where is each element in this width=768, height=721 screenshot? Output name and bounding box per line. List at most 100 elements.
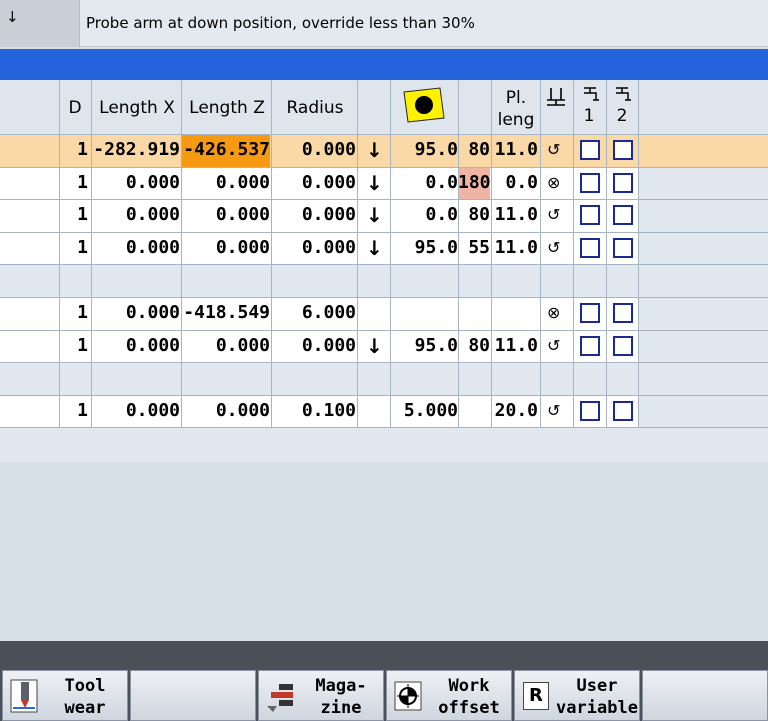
work-offset-softkey[interactable]: Work offset (386, 670, 512, 721)
cell-length-z[interactable]: -426.537 (182, 134, 270, 167)
cell-length-x[interactable]: 0.000 (92, 167, 180, 199)
cell-radius[interactable]: 6.000 (272, 297, 356, 329)
coolant-2-checkbox[interactable] (613, 205, 633, 226)
coolant-1-checkbox[interactable] (580, 237, 600, 258)
cell-clearance-angle[interactable]: 80 (458, 199, 490, 231)
col-header-radius: Radius (286, 98, 344, 118)
cell-length-x[interactable]: -282.919 (92, 134, 180, 166)
cell-length-z[interactable]: -418.549 (182, 297, 270, 329)
spindle-direction-icon[interactable]: ↺ (547, 134, 560, 166)
row-left-cell[interactable] (0, 362, 59, 395)
row-left-cell[interactable] (0, 264, 59, 297)
coolant-2-checkbox[interactable] (613, 303, 633, 323)
table-row[interactable] (0, 264, 768, 297)
empty-softkey-6[interactable] (642, 670, 768, 721)
coolant-2-label: 2 (616, 106, 628, 126)
cell-radius[interactable]: 0.000 (272, 199, 356, 231)
cell-holder-angle[interactable]: 0.0 (392, 199, 458, 231)
cell-d[interactable]: 1 (60, 199, 90, 231)
cell-plate-length[interactable]: 20.0 (492, 395, 540, 427)
col-header-length-z: Length Z (189, 98, 265, 118)
cell-d[interactable]: 1 (60, 297, 90, 329)
user-variable-label-1: User (576, 676, 618, 696)
tool-offset-table: D Length X Length Z Radius Pl. leng 1 2 … (0, 80, 768, 462)
cell-radius[interactable]: 0.000 (272, 330, 356, 362)
coolant-1-checkbox[interactable] (580, 140, 600, 160)
row-left-cell[interactable] (0, 297, 59, 330)
cell-holder-angle[interactable]: 95.0 (392, 232, 458, 264)
cell-plate-length[interactable]: 11.0 (492, 232, 540, 264)
cell-plate-length[interactable]: 11.0 (492, 199, 540, 231)
coolant-2-checkbox[interactable] (613, 400, 633, 421)
cell-radius[interactable]: 0.000 (272, 134, 356, 166)
coolant-2-checkbox[interactable] (613, 140, 633, 160)
table-row[interactable]: 1 0.000 0.000 0.000 ↓ 0.0 80 11.0 ↺ (0, 199, 768, 232)
grid-column-line (491, 80, 492, 427)
spindle-direction-icon[interactable]: ↺ (547, 395, 560, 427)
cell-length-z[interactable]: 0.000 (182, 395, 270, 427)
coolant-1-checkbox[interactable] (580, 400, 600, 421)
spindle-direction-icon[interactable]: ⊗ (547, 167, 560, 199)
spindle-direction-icon[interactable]: ⊗ (547, 297, 560, 329)
table-row[interactable]: 1 -282.919 -426.537 0.000 ↓ 95.0 80 11.0 ↺ (0, 134, 768, 167)
cell-d[interactable]: 1 (60, 134, 90, 166)
alarm-indicator[interactable]: ↓ (0, 0, 80, 47)
magazine-softkey[interactable]: Maga- zine (258, 670, 384, 721)
row-left-cell[interactable] (0, 231, 59, 265)
cell-length-z[interactable]: 0.000 (182, 167, 270, 199)
cell-d[interactable]: 1 (60, 330, 90, 362)
row-left-cell[interactable] (0, 394, 59, 428)
cell-clearance-angle[interactable]: 80 (458, 330, 490, 362)
coolant-1-checkbox[interactable] (580, 172, 600, 193)
spindle-direction-icon[interactable]: ↺ (547, 232, 560, 264)
cell-holder-angle[interactable]: 95.0 (392, 134, 458, 166)
cell-length-x[interactable]: 0.000 (92, 395, 180, 427)
cell-length-x[interactable]: 0.000 (92, 232, 180, 264)
row-left-cell[interactable] (0, 166, 59, 200)
tool-wear-softkey[interactable]: Tool wear (2, 670, 128, 721)
row-left-cell[interactable] (0, 199, 59, 232)
coolant-1-checkbox[interactable] (580, 335, 600, 356)
cell-radius[interactable]: 0.100 (272, 395, 356, 427)
empty-softkey-2[interactable] (130, 670, 256, 721)
cell-clearance-angle[interactable]: 55 (458, 232, 490, 264)
cell-radius[interactable]: 0.000 (272, 232, 356, 264)
cell-length-x[interactable]: 0.000 (92, 199, 180, 231)
table-row[interactable]: 1 0.000 0.000 0.000 ↓ 0.0 180 0.0 ⊗ (0, 166, 768, 200)
table-row[interactable] (0, 362, 768, 395)
cell-clearance-angle[interactable]: 80 (458, 134, 490, 166)
grid-row-line (0, 427, 768, 428)
grid-row-line (0, 264, 768, 265)
cell-length-x[interactable]: 0.000 (92, 297, 180, 329)
cell-holder-angle[interactable]: 95.0 (392, 330, 458, 362)
table-row[interactable]: 1 0.000 0.000 0.000 ↓ 95.0 55 11.0 ↺ (0, 231, 768, 265)
cell-length-z[interactable]: 0.000 (182, 330, 270, 362)
cell-plate-length[interactable]: 11.0 (492, 330, 540, 362)
spindle-direction-icon[interactable]: ↺ (547, 199, 560, 231)
spindle-direction-icon[interactable]: ↺ (547, 330, 560, 362)
cell-d[interactable]: 1 (60, 395, 90, 427)
coolant-2-checkbox[interactable] (613, 237, 633, 258)
cell-clearance-angle[interactable]: 180 (458, 166, 491, 200)
row-data-bg (60, 264, 638, 297)
coolant-1-checkbox[interactable] (580, 205, 600, 226)
user-variable-softkey[interactable]: R User variable (514, 670, 640, 721)
coolant-2-checkbox[interactable] (613, 335, 633, 356)
cell-radius[interactable]: 0.000 (272, 167, 356, 199)
grid-column-line (458, 80, 459, 427)
cell-length-z[interactable]: 0.000 (182, 232, 270, 264)
table-row[interactable]: 1 0.000 0.000 0.100 5.000 20.0 ↺ (0, 394, 768, 428)
cell-plate-length[interactable]: 11.0 (492, 134, 540, 166)
cell-plate-length[interactable]: 0.0 (492, 167, 540, 199)
row-left-cell[interactable] (0, 329, 59, 363)
cell-length-x[interactable]: 0.000 (92, 330, 180, 362)
coolant-2-checkbox[interactable] (613, 172, 633, 193)
cell-holder-angle[interactable]: 0.0 (392, 167, 458, 199)
cell-length-z[interactable]: 0.000 (182, 199, 270, 231)
cell-d[interactable]: 1 (60, 167, 90, 199)
table-row[interactable]: 1 0.000 0.000 0.000 ↓ 95.0 80 11.0 ↺ (0, 329, 768, 363)
cell-d[interactable]: 1 (60, 232, 90, 264)
coolant-1-checkbox[interactable] (580, 303, 600, 323)
cell-holder-angle[interactable]: 5.000 (392, 395, 458, 427)
table-row[interactable]: 1 0.000 -418.549 6.000 ⊗ (0, 297, 768, 330)
